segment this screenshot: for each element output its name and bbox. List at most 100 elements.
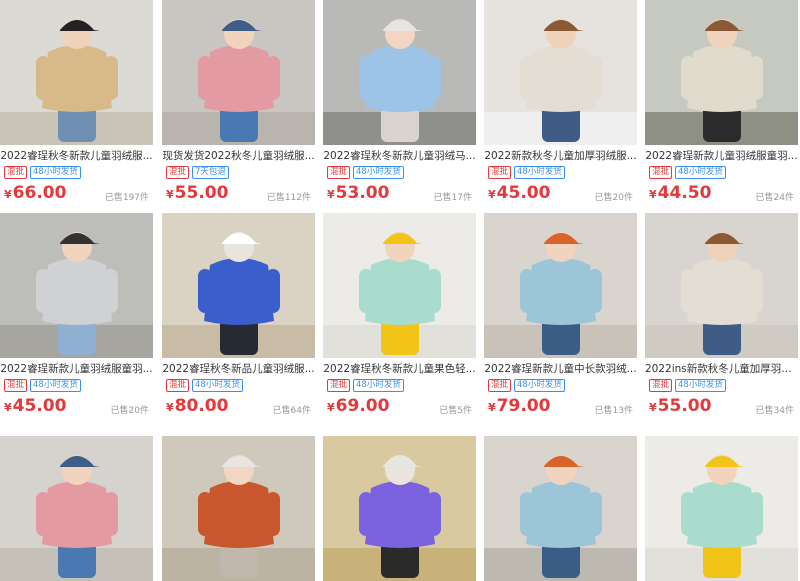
product-price: ¥69.00 xyxy=(327,396,389,418)
product-grid: 2022睿珵秋冬新款儿童羽绒服... 混批 48小时发货 ¥66.00 已售19… xyxy=(0,0,800,581)
model-right-arm xyxy=(588,269,602,313)
product-tags: 混批 48小时发货 xyxy=(649,166,726,179)
product-title[interactable]: 2022睿珵新款儿童羽绒服童羽... xyxy=(645,149,798,163)
model-coat xyxy=(687,481,757,548)
product-image[interactable] xyxy=(484,213,637,358)
product-tags: 混批 7天包退 xyxy=(166,166,229,179)
price-amount: 45.00 xyxy=(12,396,67,416)
tag-mixed-wholesale: 混批 xyxy=(166,379,190,392)
currency-symbol: ¥ xyxy=(4,188,12,201)
sold-count: 已售24件 xyxy=(755,193,794,203)
product-image[interactable] xyxy=(162,213,315,358)
product-price: ¥45.00 xyxy=(488,183,550,205)
model-coat xyxy=(42,258,112,325)
model-right-arm xyxy=(588,56,602,100)
tag-mixed-wholesale: 混批 xyxy=(4,166,28,179)
model-coat xyxy=(687,45,757,112)
model-left-arm xyxy=(359,56,373,100)
model-coat xyxy=(204,258,274,325)
model-left-arm xyxy=(198,269,212,313)
product-price: ¥79.00 xyxy=(488,396,550,418)
tag-shipping: 48小时发货 xyxy=(353,166,404,179)
price-amount: 53.00 xyxy=(335,183,390,203)
model-left-arm xyxy=(36,56,50,100)
product-title[interactable]: 现货发货2022秋冬儿童羽绒服... xyxy=(162,149,315,163)
product-image[interactable] xyxy=(323,213,476,358)
tag-shipping: 48小时发货 xyxy=(675,166,726,179)
model-right-arm xyxy=(749,492,763,536)
currency-symbol: ¥ xyxy=(4,401,12,414)
model-coat xyxy=(204,45,274,112)
model-left-arm xyxy=(198,492,212,536)
product-title[interactable]: 2022新款秋冬儿童加厚羽绒服... xyxy=(484,149,637,163)
model-right-arm xyxy=(266,56,280,100)
product-image[interactable] xyxy=(645,213,798,358)
model-right-arm xyxy=(588,492,602,536)
model-coat xyxy=(526,481,596,548)
product-image[interactable] xyxy=(0,436,153,581)
price-amount: 80.00 xyxy=(174,396,229,416)
model-left-arm xyxy=(198,56,212,100)
product-image[interactable] xyxy=(0,0,153,145)
product-title[interactable]: 2022ins新款秋冬儿童加厚羽绒... xyxy=(645,362,798,376)
product-image[interactable] xyxy=(323,0,476,145)
sold-count: 已售64件 xyxy=(272,406,311,416)
model-right-arm xyxy=(266,492,280,536)
product-image[interactable] xyxy=(484,436,637,581)
price-amount: 66.00 xyxy=(12,183,67,203)
product-tags: 混批 48小时发货 xyxy=(488,166,565,179)
currency-symbol: ¥ xyxy=(649,188,657,201)
product-title[interactable]: 2022睿珵秋冬新款儿童羽绒马... xyxy=(323,149,476,163)
tag-shipping: 48小时发货 xyxy=(675,379,726,392)
model-right-arm xyxy=(104,269,118,313)
product-price: ¥45.00 xyxy=(4,396,66,418)
product-image[interactable] xyxy=(645,436,798,581)
product-title[interactable]: 2022睿珵秋冬新品儿童羽绒服... xyxy=(162,362,315,376)
product-image[interactable] xyxy=(162,0,315,145)
product-image[interactable] xyxy=(0,213,153,358)
sold-count: 已售20件 xyxy=(594,193,633,203)
product-image[interactable] xyxy=(645,0,798,145)
model-right-arm xyxy=(266,269,280,313)
tag-shipping: 48小时发货 xyxy=(30,379,81,392)
currency-symbol: ¥ xyxy=(327,188,335,201)
sold-count: 已售13件 xyxy=(594,406,633,416)
sold-count: 已售34件 xyxy=(755,406,794,416)
product-title[interactable]: 2022睿珵秋冬新款儿童果色轻... xyxy=(323,362,476,376)
currency-symbol: ¥ xyxy=(327,401,335,414)
model-coat xyxy=(42,45,112,112)
sold-count: 已售17件 xyxy=(433,193,472,203)
currency-symbol: ¥ xyxy=(166,401,174,414)
price-amount: 69.00 xyxy=(335,396,390,416)
product-title[interactable]: 2022睿珵秋冬新款儿童羽绒服... xyxy=(0,149,153,163)
product-tags: 混批 48小时发货 xyxy=(4,166,81,179)
product-price: ¥44.50 xyxy=(649,183,711,205)
model-coat xyxy=(687,258,757,325)
model-left-arm xyxy=(359,269,373,313)
tag-shipping: 48小时发货 xyxy=(192,379,243,392)
tag-mixed-wholesale: 混批 xyxy=(327,379,351,392)
sold-count: 已售5件 xyxy=(439,406,472,416)
model-left-arm xyxy=(681,492,695,536)
product-image[interactable] xyxy=(484,0,637,145)
model-coat xyxy=(42,481,112,548)
price-amount: 45.00 xyxy=(496,183,551,203)
model-right-arm xyxy=(427,56,441,100)
model-right-arm xyxy=(749,269,763,313)
model-left-arm xyxy=(520,56,534,100)
product-tags: 混批 48小时发货 xyxy=(327,166,404,179)
product-image[interactable] xyxy=(323,436,476,581)
product-title[interactable]: 2022睿珵新款儿童中长款羽绒... xyxy=(484,362,637,376)
sold-count: 已售112件 xyxy=(266,193,311,203)
product-title[interactable]: 2022睿珵新款儿童羽绒服童羽... xyxy=(0,362,153,376)
tag-mixed-wholesale: 混批 xyxy=(488,379,512,392)
currency-symbol: ¥ xyxy=(649,401,657,414)
tag-shipping: 48小时发货 xyxy=(514,166,565,179)
currency-symbol: ¥ xyxy=(488,188,496,201)
product-tags: 混批 48小时发货 xyxy=(649,379,726,392)
tag-mixed-wholesale: 混批 xyxy=(166,166,190,179)
price-amount: 44.50 xyxy=(657,183,712,203)
product-price: ¥66.00 xyxy=(4,183,66,205)
tag-mixed-wholesale: 混批 xyxy=(327,166,351,179)
product-image[interactable] xyxy=(162,436,315,581)
